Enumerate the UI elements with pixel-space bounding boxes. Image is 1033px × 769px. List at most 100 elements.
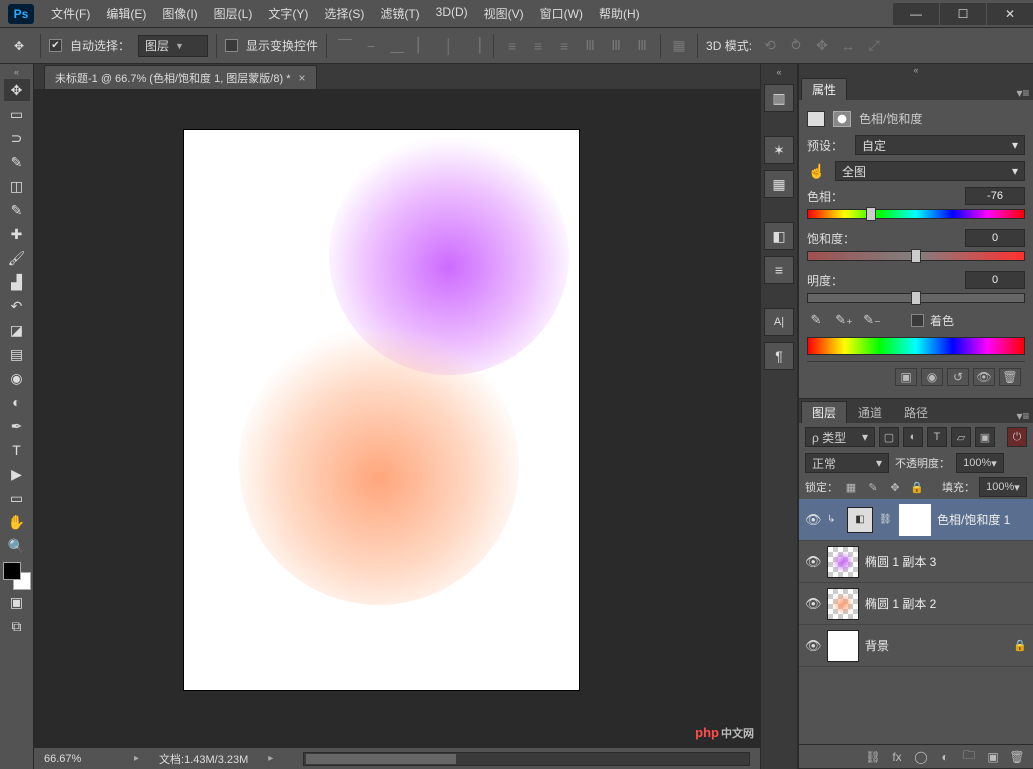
distribute-vcenter-icon[interactable]: ≡ bbox=[528, 36, 548, 56]
visibility-icon[interactable]: 👁 bbox=[805, 596, 821, 612]
canvas[interactable] bbox=[184, 130, 579, 690]
tab-paths[interactable]: 路径 bbox=[893, 401, 939, 423]
close-icon[interactable]: × bbox=[298, 71, 305, 85]
type-tool[interactable]: T bbox=[4, 439, 30, 461]
styles-panel-icon[interactable]: ≡ bbox=[764, 256, 794, 284]
distribute-hcenter-icon[interactable]: Ⅲ bbox=[606, 36, 626, 56]
distribute-top-icon[interactable]: ≡ bbox=[502, 36, 522, 56]
canvas-viewport[interactable]: php中文网 bbox=[34, 90, 760, 747]
adjustment-thumbnail[interactable]: ◧ bbox=[847, 507, 873, 533]
mask-icon[interactable] bbox=[833, 111, 851, 127]
new-adjustment-icon[interactable]: ◐ bbox=[935, 748, 955, 766]
dodge-tool[interactable]: ◐ bbox=[4, 391, 30, 413]
layer-row[interactable]: 👁 椭圆 1 副本 2 bbox=[799, 583, 1033, 625]
window-close-button[interactable]: ✕ bbox=[987, 3, 1033, 25]
quick-select-tool[interactable]: ✎ bbox=[4, 151, 30, 173]
layer-thumbnail[interactable] bbox=[827, 588, 859, 620]
preset-dropdown[interactable]: 自定 ▾ bbox=[855, 135, 1025, 155]
triangle-icon[interactable]: ▸ bbox=[134, 753, 139, 764]
filter-toggle-icon[interactable]: ⏻ bbox=[1007, 427, 1027, 447]
adjustments-panel-icon[interactable]: ◧ bbox=[764, 222, 794, 250]
blend-mode-dropdown[interactable]: 正常 ▾ bbox=[805, 453, 889, 473]
eraser-tool[interactable]: ◪ bbox=[4, 319, 30, 341]
filter-type-icon[interactable]: T bbox=[927, 427, 947, 447]
3d-roll-icon[interactable]: ⥁ bbox=[786, 36, 806, 56]
menu-image[interactable]: 图像(I) bbox=[155, 1, 204, 26]
auto-select-dropdown[interactable]: 图层 ▼ bbox=[138, 35, 208, 57]
gradient-tool[interactable]: ▤ bbox=[4, 343, 30, 365]
layer-row[interactable]: 👁 背景 🔒 bbox=[799, 625, 1033, 667]
layer-name[interactable]: 椭圆 1 副本 2 bbox=[865, 595, 1027, 612]
color-panel-icon[interactable]: ✶ bbox=[764, 136, 794, 164]
menu-3d[interactable]: 3D(D) bbox=[429, 1, 475, 26]
layer-row[interactable]: 👁 ↳ ◧ ⛓ 色相/饱和度 1 bbox=[799, 499, 1033, 541]
align-bottom-icon[interactable]: ⎽ bbox=[387, 36, 407, 56]
menu-filter[interactable]: 滤镜(T) bbox=[373, 1, 426, 26]
fx-icon[interactable]: fx bbox=[887, 748, 907, 766]
panels-collapse-icon[interactable]: « bbox=[799, 64, 1033, 76]
doc-info[interactable]: 文档:1.43M/3.23M bbox=[159, 751, 248, 767]
document-tab[interactable]: 未标题-1 @ 66.7% (色相/饱和度 1, 图层蒙版/8) * × bbox=[44, 65, 317, 89]
menu-view[interactable]: 视图(V) bbox=[477, 1, 531, 26]
distribute-bottom-icon[interactable]: ≡ bbox=[554, 36, 574, 56]
lock-pixels-icon[interactable]: ✎ bbox=[864, 478, 882, 496]
toolbar-collapse-icon[interactable]: « bbox=[0, 66, 33, 78]
opacity-value[interactable]: 100% ▾ bbox=[956, 453, 1004, 473]
move-tool[interactable]: ✥ bbox=[4, 79, 30, 101]
swatches-panel-icon[interactable]: ▦ bbox=[764, 170, 794, 198]
align-hcenter-icon[interactable]: │ bbox=[439, 36, 459, 56]
3d-scale-icon[interactable]: ⤢ bbox=[864, 36, 884, 56]
visibility-icon[interactable]: 👁 bbox=[805, 638, 821, 654]
path-select-tool[interactable]: ▶ bbox=[4, 463, 30, 485]
character-panel-icon[interactable]: A| bbox=[764, 308, 794, 336]
3d-pan-icon[interactable]: ✥ bbox=[812, 36, 832, 56]
shape-tool[interactable]: ▭ bbox=[4, 487, 30, 509]
horizontal-scrollbar[interactable] bbox=[303, 752, 750, 766]
zoom-tool[interactable]: 🔍 bbox=[4, 535, 30, 557]
paragraph-panel-icon[interactable]: ¶ bbox=[764, 342, 794, 370]
auto-align-icon[interactable]: ▦ bbox=[669, 36, 689, 56]
window-minimize-button[interactable]: — bbox=[893, 3, 939, 25]
history-brush-tool[interactable]: ↶ bbox=[4, 295, 30, 317]
menu-window[interactable]: 窗口(W) bbox=[533, 1, 590, 26]
panel-menu-icon[interactable]: ▾≡ bbox=[1013, 86, 1033, 100]
visibility-icon[interactable]: 👁 bbox=[973, 368, 995, 386]
eyedropper-sub-icon[interactable]: ✎₋ bbox=[863, 311, 881, 329]
pen-tool[interactable]: ✒ bbox=[4, 415, 30, 437]
brush-tool[interactable]: 🖌 bbox=[4, 247, 30, 269]
align-vcenter-icon[interactable]: ⎯ bbox=[361, 36, 381, 56]
eyedropper-tool[interactable]: ✎ bbox=[4, 199, 30, 221]
layer-name[interactable]: 色相/饱和度 1 bbox=[937, 511, 1027, 528]
foreground-color-swatch[interactable] bbox=[3, 562, 21, 580]
menu-edit[interactable]: 编辑(E) bbox=[99, 1, 153, 26]
lightness-slider[interactable] bbox=[807, 293, 1025, 303]
tab-layers[interactable]: 图层 bbox=[801, 401, 847, 423]
window-maximize-button[interactable]: ☐ bbox=[940, 3, 986, 25]
link-icon[interactable]: ⛓ bbox=[879, 514, 893, 525]
hue-value[interactable]: -76 bbox=[965, 187, 1025, 205]
eyedropper-add-icon[interactable]: ✎₊ bbox=[835, 311, 853, 329]
zoom-level[interactable]: 66.67% bbox=[44, 753, 114, 765]
menu-file[interactable]: 文件(F) bbox=[44, 1, 97, 26]
fill-value[interactable]: 100% ▾ bbox=[979, 477, 1027, 497]
link-layers-icon[interactable]: ⛓ bbox=[863, 748, 883, 766]
trash-icon[interactable]: 🗑 bbox=[999, 368, 1021, 386]
history-panel-icon[interactable]: ▥ bbox=[764, 84, 794, 112]
eyedropper-icon[interactable]: ✎ bbox=[807, 311, 825, 329]
lock-transparent-icon[interactable]: ▦ bbox=[842, 478, 860, 496]
lasso-tool[interactable]: ⊃ bbox=[4, 127, 30, 149]
mask-thumbnail[interactable] bbox=[899, 504, 931, 536]
menu-help[interactable]: 帮助(H) bbox=[592, 1, 647, 26]
hue-slider[interactable] bbox=[807, 209, 1025, 219]
rect-marquee-tool[interactable]: ▭ bbox=[4, 103, 30, 125]
saturation-slider[interactable] bbox=[807, 251, 1025, 261]
lock-position-icon[interactable]: ✥ bbox=[886, 478, 904, 496]
new-layer-icon[interactable]: ▣ bbox=[983, 748, 1003, 766]
screen-mode-tool[interactable]: ⧉ bbox=[4, 615, 30, 637]
dock-collapse-icon[interactable]: « bbox=[761, 66, 797, 78]
clip-to-layer-icon[interactable]: ▣ bbox=[895, 368, 917, 386]
triangle-icon[interactable]: ▸ bbox=[268, 753, 273, 764]
color-swatches[interactable] bbox=[3, 562, 31, 590]
lock-all-icon[interactable]: 🔒 bbox=[908, 478, 926, 496]
healing-tool[interactable]: ✚ bbox=[4, 223, 30, 245]
